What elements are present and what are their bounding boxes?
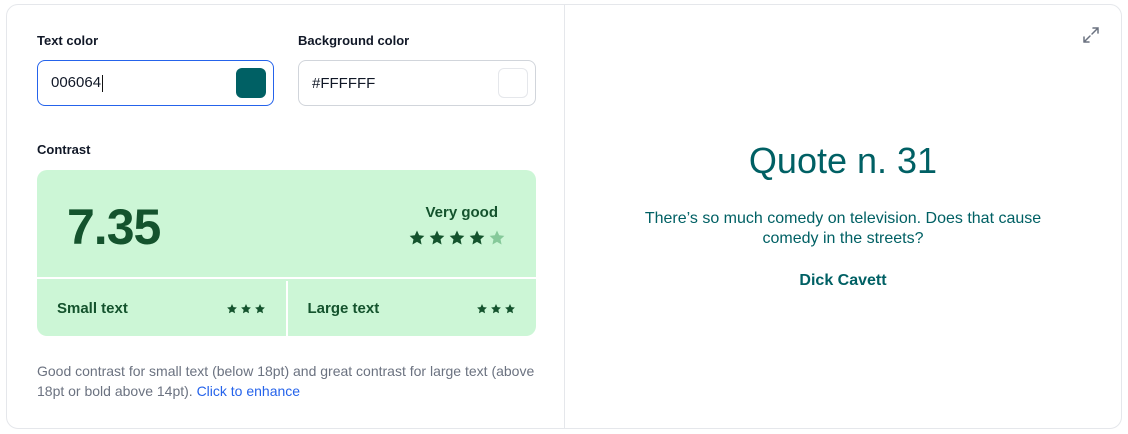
quote-author: Dick Cavett xyxy=(799,272,887,289)
contrast-ratio: 7.35 xyxy=(67,199,161,255)
star-icon xyxy=(254,303,265,313)
enhance-link[interactable]: Click to enhance xyxy=(197,383,301,399)
background-color-input[interactable]: #FFFFFF xyxy=(298,60,536,106)
large-text-rating: Large text xyxy=(285,281,537,336)
expand-icon[interactable] xyxy=(1081,25,1101,45)
small-text-label: Small text xyxy=(57,300,128,317)
star-icon xyxy=(429,230,445,245)
large-text-label: Large text xyxy=(307,300,380,317)
text-size-ratings: Small text Large text xyxy=(37,281,536,336)
small-text-rating: Small text xyxy=(37,281,286,336)
text-color-input[interactable]: 006064 xyxy=(37,60,274,106)
text-color-label: Text color xyxy=(37,33,99,48)
star-icon xyxy=(491,303,501,313)
star-icon xyxy=(469,230,485,245)
large-text-stars xyxy=(476,303,516,315)
contrast-checker-card: Text color 006064 Background color #FFFF… xyxy=(6,4,1122,429)
text-color-value[interactable]: 006064 xyxy=(38,74,236,92)
star-icon xyxy=(505,303,515,313)
star-icon xyxy=(240,303,251,313)
contrast-score-box: 7.35 Very good Small text Large text xyxy=(37,170,536,336)
contrast-rating: Very good xyxy=(425,204,498,221)
text-caret xyxy=(102,74,104,92)
preview-panel: Quote n. 31 There’s so much comedy on te… xyxy=(565,5,1121,428)
star-icon xyxy=(449,230,465,245)
star-icon xyxy=(489,230,505,245)
contrast-label: Contrast xyxy=(37,142,91,157)
background-color-label: Background color xyxy=(298,33,410,48)
text-color-value-text: 006064 xyxy=(51,74,102,92)
controls-panel: Text color 006064 Background color #FFFF… xyxy=(7,5,565,428)
star-icon xyxy=(226,303,237,313)
star-icon xyxy=(409,230,425,245)
background-color-value[interactable]: #FFFFFF xyxy=(299,75,498,92)
quote-title: Quote n. 31 xyxy=(748,140,938,181)
contrast-summary: 7.35 Very good xyxy=(37,170,536,279)
star-icon xyxy=(477,303,487,313)
rating-stars xyxy=(408,229,506,247)
text-color-swatch[interactable] xyxy=(236,68,266,98)
small-text-stars xyxy=(226,303,266,315)
contrast-note: Good contrast for small text (below 18pt… xyxy=(37,361,537,401)
quote-text: There’s so much comedy on television. Do… xyxy=(644,210,1042,247)
background-color-swatch[interactable] xyxy=(498,68,528,98)
